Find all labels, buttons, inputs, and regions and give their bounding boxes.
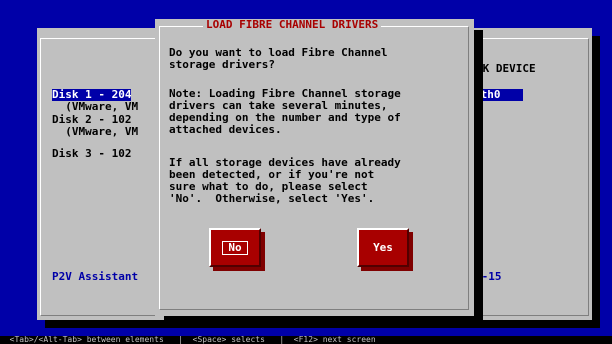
dialog-title: LOAD FIBRE CHANNEL DRIVERS (203, 19, 382, 31)
dialog-advice: If all storage devices have already been… (169, 156, 401, 205)
disk-3-item[interactable]: Disk 3 - 102 (52, 148, 131, 160)
no-button[interactable]: No (209, 228, 261, 267)
footer-left-label: P2V Assistant (52, 270, 139, 283)
yes-button-label: Yes (373, 240, 393, 254)
disk-2-detail: (VMware, VM (52, 125, 139, 138)
dialog-question: Do you want to load Fibre Channel storag… (169, 46, 388, 71)
no-button-label: No (222, 240, 248, 255)
yes-button[interactable]: Yes (357, 228, 409, 267)
network-device-heading: RK DEVICE (476, 62, 536, 75)
status-bar: <Tab>/<Alt-Tab> between elements | <Spac… (0, 336, 612, 344)
dialog-note: Note: Loading Fibre Channel storage driv… (169, 87, 401, 136)
dialog: LOAD FIBRE CHANNEL DRIVERS Do you want t… (155, 19, 474, 316)
disk-1-detail: (VMware, VM (52, 100, 139, 113)
